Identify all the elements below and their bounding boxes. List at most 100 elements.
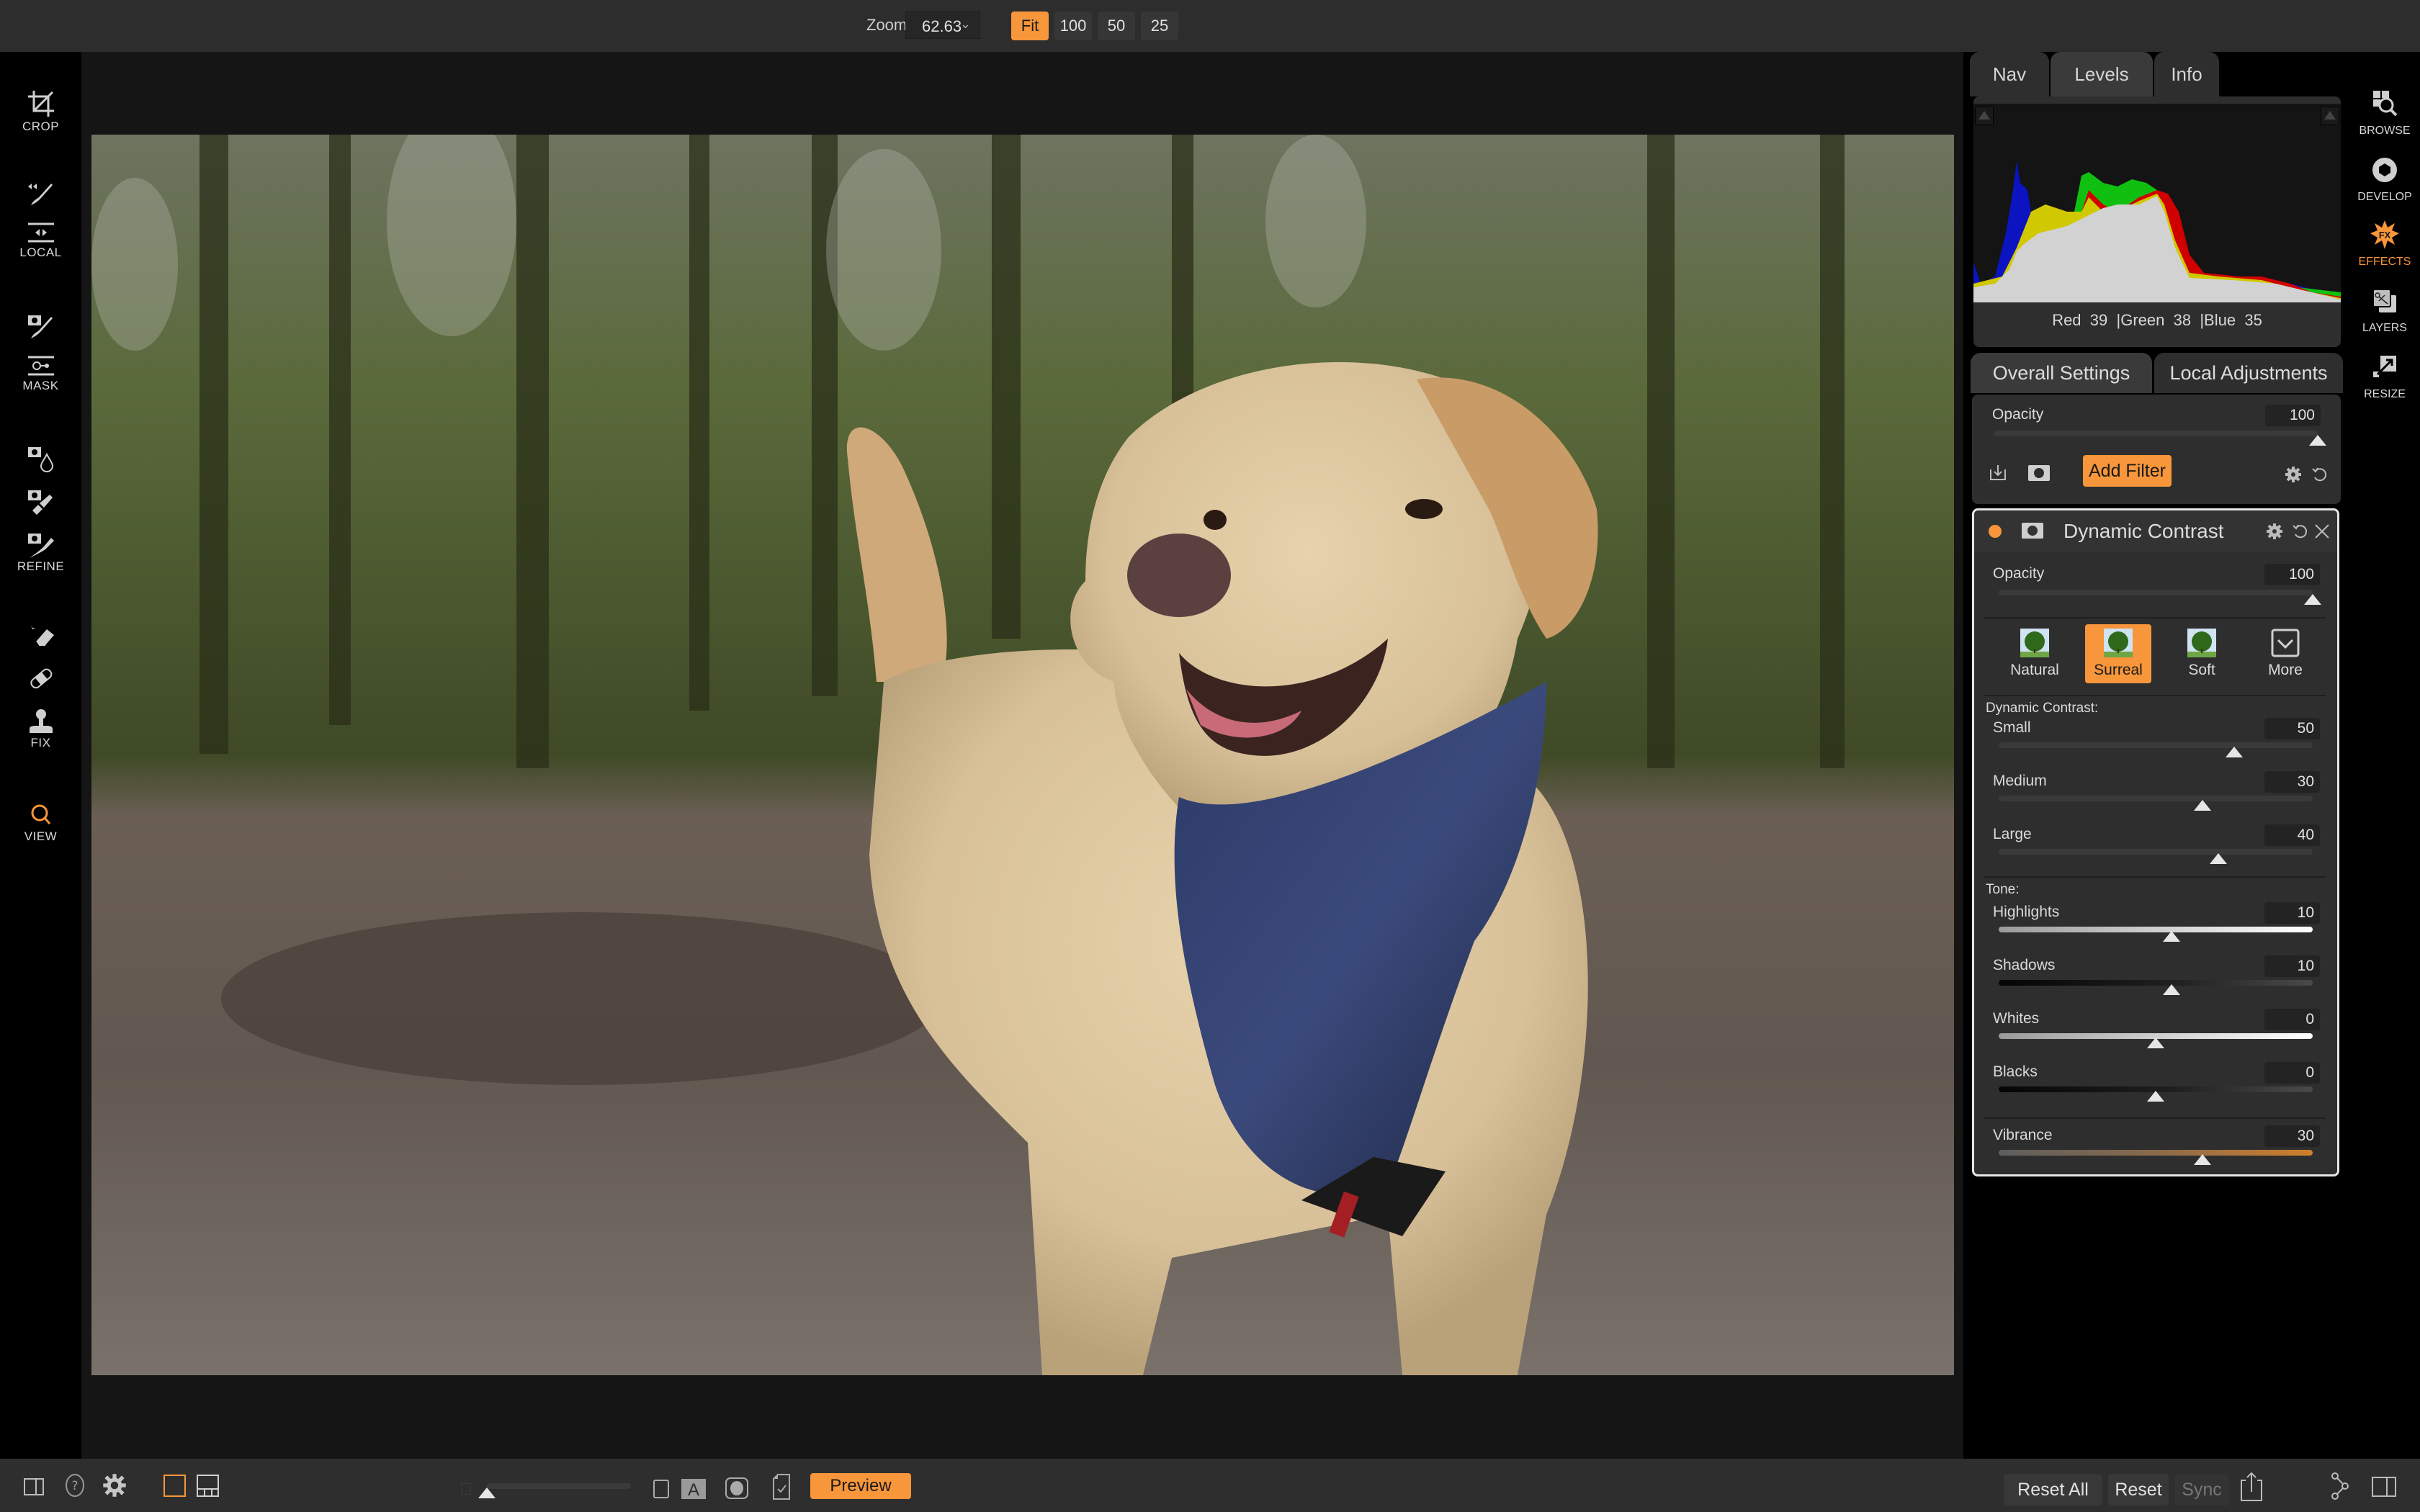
zoom-label: Zoom [866, 16, 908, 34]
slider-track[interactable] [1999, 927, 2313, 932]
tool-retouch[interactable] [0, 664, 81, 693]
no-mask-view-icon[interactable] [653, 1477, 671, 1499]
module-layers[interactable]: LAYERS [2349, 285, 2420, 335]
slider-track[interactable] [1999, 980, 2313, 986]
tool-refine-brush[interactable] [0, 487, 81, 516]
tool-mask-gradient[interactable]: MASK [0, 354, 81, 393]
slider-value-field[interactable]: 30 [2264, 771, 2320, 793]
slider-thumb[interactable] [2194, 1154, 2212, 1165]
preset-soft[interactable]: Soft [2169, 624, 2235, 683]
filter-opacity-slider-track[interactable] [1999, 590, 2313, 595]
photo-preview[interactable] [91, 135, 1954, 1375]
gear-icon[interactable] [2284, 465, 2303, 484]
zoom-25-button[interactable]: 25 [1141, 12, 1178, 40]
compare-slider-track[interactable] [487, 1483, 631, 1489]
mask-grayscale-view-icon[interactable] [725, 1476, 749, 1500]
tool-local-gradient[interactable]: LOCAL [0, 221, 81, 260]
preset-label: More [2268, 662, 2303, 678]
tab-nav[interactable]: Nav [1970, 52, 2049, 96]
slider-thumb[interactable] [2162, 931, 2180, 942]
tool-refine-chisel[interactable]: REFINE [0, 531, 81, 574]
reset-icon[interactable] [2291, 522, 2310, 541]
tab-local-adjustments[interactable]: Local Adjustments [2154, 353, 2343, 393]
opacity-value-field[interactable]: 100 [2265, 405, 2321, 426]
tool-refine-drop[interactable] [0, 444, 81, 473]
module-resize[interactable]: RESIZE [2349, 351, 2420, 401]
preset-label: Natural [2010, 662, 2059, 678]
toggle-left-panel-icon[interactable] [23, 1475, 46, 1498]
zoom-50-button[interactable]: 50 [1098, 12, 1135, 40]
slider-value-field[interactable]: 10 [2264, 955, 2320, 977]
module-develop[interactable]: DEVELOP [2349, 154, 2420, 204]
slider-value-field[interactable]: 40 [2264, 824, 2320, 846]
preview-button[interactable]: Preview [810, 1473, 911, 1499]
browse-icon [2373, 91, 2398, 117]
compare-slider-thumb[interactable] [478, 1488, 496, 1498]
tree-thumbnail-icon [2187, 629, 2216, 657]
zoom-fit-button[interactable]: Fit [1011, 12, 1049, 40]
tab-levels[interactable]: Levels [2051, 52, 2153, 96]
module-browse[interactable]: BROWSE [2349, 88, 2420, 138]
settings-gear-icon[interactable] [102, 1473, 127, 1498]
slider-track[interactable] [1999, 742, 2313, 748]
reset-all-button[interactable]: Reset All [2004, 1474, 2102, 1506]
slider-thumb[interactable] [2194, 800, 2212, 811]
slider-thumb[interactable] [2226, 747, 2243, 757]
preset-surreal[interactable]: Surreal [2085, 624, 2151, 683]
export-share-icon[interactable] [2238, 1472, 2264, 1502]
help-icon[interactable]: ? [63, 1473, 86, 1498]
slider-thumb[interactable] [2147, 1091, 2164, 1102]
slider-track[interactable] [1999, 849, 2313, 855]
preset-natural[interactable]: Natural [2002, 624, 2068, 683]
slider-value-field[interactable]: 0 [2264, 1009, 2320, 1030]
filter-opacity-value-field[interactable]: 100 [2264, 564, 2320, 585]
filter-opacity-slider-thumb[interactable] [2304, 594, 2321, 605]
image-canvas[interactable] [81, 52, 1963, 1459]
opacity-slider-thumb[interactable] [2309, 435, 2326, 446]
slider-thumb[interactable] [2147, 1038, 2164, 1048]
toggle-right-panel-icon[interactable] [2371, 1475, 2397, 1499]
slider-value-field[interactable]: 30 [2264, 1125, 2320, 1147]
sync-button[interactable]: Sync [2174, 1474, 2229, 1506]
filmstrip-view-icon[interactable] [196, 1473, 220, 1498]
tool-local-brush[interactable] [0, 178, 81, 210]
module-effects[interactable]: FX EFFECTS [2349, 219, 2420, 269]
slider-value-field[interactable]: 0 [2264, 1062, 2320, 1084]
blue-value: 35 [2244, 311, 2262, 329]
zoom-100-button[interactable]: 100 [1054, 12, 1092, 40]
slider-track[interactable] [1999, 1150, 2313, 1156]
close-icon[interactable] [2314, 523, 2330, 539]
reset-icon[interactable] [2311, 465, 2329, 484]
svg-text:A: A [688, 1480, 699, 1499]
add-filter-button[interactable]: Add Filter [2083, 455, 2172, 487]
soft-proof-icon[interactable] [771, 1472, 792, 1502]
slider-thumb[interactable] [2210, 853, 2228, 864]
tool-crop[interactable]: CROP [0, 88, 81, 134]
save-preset-icon[interactable] [1988, 462, 2008, 482]
rgb-readout: Red 39 |Green 38 |Blue 35 [2052, 311, 2262, 329]
slider-thumb[interactable] [2162, 984, 2180, 995]
filter-enable-toggle[interactable] [1989, 525, 2002, 538]
opacity-slider-track[interactable] [1994, 431, 2318, 436]
workflow-branch-icon[interactable] [2329, 1472, 2351, 1500]
tab-info[interactable]: Info [2154, 52, 2219, 96]
preset-more[interactable]: More [2252, 624, 2318, 683]
left-toolbar: CROP LOCAL MASK REFINE FIX VIEW [0, 52, 81, 1459]
slider-track[interactable] [1999, 796, 2313, 801]
histogram [1973, 104, 2341, 302]
single-view-icon[interactable] [163, 1473, 187, 1498]
tool-mask-brush[interactable] [0, 311, 81, 343]
tool-view[interactable]: VIEW [0, 801, 81, 844]
gear-icon[interactable] [2265, 522, 2284, 541]
tab-overall-settings[interactable]: Overall Settings [1971, 353, 2152, 393]
zoom-level-dropdown[interactable]: 62.63 ⌄ [905, 12, 980, 39]
preset-label: Soft [2188, 662, 2215, 678]
tool-perfect-eraser[interactable] [0, 621, 81, 649]
filter-mask-icon[interactable] [2022, 523, 2043, 539]
mask-overlay-view-icon[interactable]: A [681, 1479, 706, 1499]
slider-value-field[interactable]: 10 [2264, 902, 2320, 924]
slider-value-field[interactable]: 50 [2264, 718, 2320, 739]
mask-toggle-icon[interactable] [2028, 465, 2050, 481]
reset-button[interactable]: Reset [2108, 1474, 2169, 1506]
tool-clone-stamp[interactable]: FIX [0, 707, 81, 750]
